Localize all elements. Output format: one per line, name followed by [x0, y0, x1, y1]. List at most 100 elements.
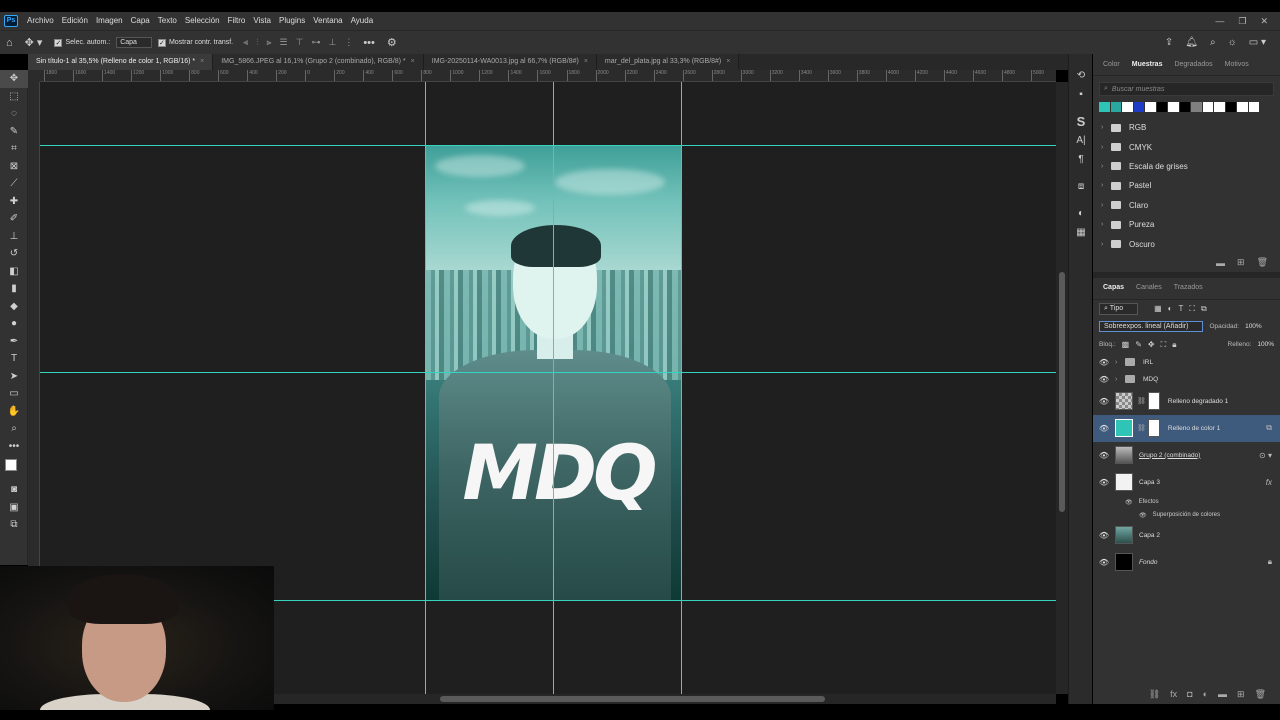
link-icon[interactable]: ⛓: [1137, 424, 1146, 432]
document-tab[interactable]: IMG-20250114-WA0013.jpg al 66,7% (RGB/8#…: [423, 54, 597, 70]
eraser-tool-icon[interactable]: ◧: [0, 263, 28, 281]
document-tab[interactable]: Sin título-1 al 35,5% (Relleno de color …: [28, 54, 214, 70]
color-swatch[interactable]: [1202, 102, 1213, 112]
link-layers-icon[interactable]: ⛓: [1149, 689, 1160, 700]
tab-color[interactable]: Color: [1097, 54, 1126, 76]
filter-type-icon[interactable]: T: [1179, 304, 1184, 313]
color-swatch[interactable]: [1122, 102, 1133, 112]
filter-smart-object-icon[interactable]: ⧉: [1201, 304, 1207, 314]
lock-image-icon[interactable]: ✎: [1135, 340, 1142, 349]
gradient-tool-icon[interactable]: ▮: [0, 280, 28, 298]
color-swatch[interactable]: [1179, 102, 1190, 112]
layer-row-smart-object[interactable]: 👁︎ Grupo 2 (combinado) ⊙ ▾: [1093, 442, 1280, 469]
align-middle-icon[interactable]: ⊶: [307, 37, 324, 48]
layer-mask-thumbnail[interactable]: [1147, 392, 1160, 411]
frame-tool-icon[interactable]: ⊠: [0, 158, 28, 176]
fx-indicator[interactable]: fx: [1266, 478, 1280, 487]
close-tab-icon[interactable]: ×: [411, 58, 415, 65]
menu-capa[interactable]: Capa: [127, 12, 154, 30]
blur-tool-icon[interactable]: ◆: [0, 298, 28, 316]
color-swatch[interactable]: [1145, 102, 1156, 112]
color-swatch[interactable]: [1133, 102, 1144, 112]
adjustments-panel-icon[interactable]: ◐: [1069, 204, 1093, 223]
close-button[interactable]: ✕: [1260, 16, 1268, 27]
filter-pixel-icon[interactable]: ▦: [1154, 304, 1162, 313]
menu-vista[interactable]: Vista: [249, 12, 275, 30]
lock-position-icon[interactable]: ✥: [1148, 340, 1155, 349]
lasso-tool-icon[interactable]: ◌: [0, 105, 28, 123]
swatch-group-dark[interactable]: › Oscuro: [1093, 234, 1280, 253]
more-options-button[interactable]: •••: [357, 37, 381, 49]
swatch-group-light[interactable]: › Claro: [1093, 196, 1280, 215]
color-swatch[interactable]: [1168, 102, 1179, 112]
close-tab-icon[interactable]: ×: [726, 58, 730, 65]
opacity-value[interactable]: 100%: [1245, 323, 1262, 330]
blend-mode-select[interactable]: Sobreexpos. lineal (Añadir): [1099, 321, 1204, 333]
new-adjustment-icon[interactable]: ◐: [1203, 689, 1208, 699]
hand-tool-icon[interactable]: ✋: [0, 403, 28, 421]
tab-patterns[interactable]: Motivos: [1219, 54, 1255, 76]
color-swatch[interactable]: [1248, 102, 1259, 112]
visibility-eye-icon[interactable]: 👁︎: [1139, 512, 1147, 519]
menu-filtro[interactable]: Filtro: [224, 12, 250, 30]
move-tool-preset-icon[interactable]: ✥ ▾: [19, 36, 49, 49]
tab-layers[interactable]: Capas: [1097, 277, 1130, 299]
visibility-eye-icon[interactable]: 👁︎: [1093, 375, 1115, 384]
healing-brush-tool-icon[interactable]: ✚: [0, 193, 28, 211]
menu-ayuda[interactable]: Ayuda: [347, 12, 378, 30]
color-swatch[interactable]: [1110, 102, 1121, 112]
align-top-icon[interactable]: ⊤: [292, 37, 308, 48]
close-tab-icon[interactable]: ×: [200, 58, 204, 65]
discover-lightbulb-icon[interactable]: ☼: [1228, 37, 1237, 48]
history-panel-icon[interactable]: ⟲: [1069, 66, 1093, 85]
layer-row-group[interactable]: 👁︎ › MDQ: [1093, 371, 1280, 388]
distribute-vertical-icon[interactable]: ⋮: [340, 37, 357, 48]
guide-vertical[interactable]: [681, 82, 682, 694]
color-swatch[interactable]: [1225, 102, 1236, 112]
layer-row-gradient-fill[interactable]: 👁︎ ⛓ Relleno degradado 1: [1093, 388, 1280, 415]
auto-select-checkbox[interactable]: ✓ Selec. autom.:: [54, 38, 110, 47]
show-transform-checkbox[interactable]: ✓ Mostrar contr. transf.: [157, 38, 233, 47]
add-mask-icon[interactable]: ◘: [1187, 689, 1192, 699]
comments-panel-icon[interactable]: ▪: [1069, 85, 1093, 104]
pen-tool-icon[interactable]: ✒: [0, 333, 28, 351]
menu-archivo[interactable]: Archivo: [23, 12, 58, 30]
align-center-icon[interactable]: ⫶: [252, 37, 262, 48]
close-tab-icon[interactable]: ×: [584, 58, 588, 65]
filter-adjustment-icon[interactable]: ◐: [1168, 304, 1173, 313]
zoom-tool-icon[interactable]: ⌕: [0, 420, 28, 438]
guide-vertical[interactable]: [425, 82, 426, 694]
color-swatch[interactable]: [1214, 102, 1225, 112]
new-swatch-icon[interactable]: ⊞: [1237, 257, 1245, 268]
color-swatch[interactable]: [1156, 102, 1167, 112]
marquee-tool-icon[interactable]: ⬚: [0, 88, 28, 106]
dodge-tool-icon[interactable]: ●: [0, 315, 28, 333]
paragraph-panel-icon[interactable]: ¶: [1069, 150, 1093, 169]
menu-plugins[interactable]: Plugins: [275, 12, 309, 30]
swatches-search-input[interactable]: ⌕ Buscar muestras: [1099, 82, 1274, 96]
move-tool-icon[interactable]: ✥: [0, 70, 28, 88]
distribute-icon[interactable]: ☰: [276, 37, 292, 48]
share-icon[interactable]: ⇪: [1165, 37, 1173, 48]
restore-button[interactable]: ❐: [1238, 16, 1246, 27]
new-layer-icon[interactable]: ⊞: [1237, 689, 1245, 700]
document-tab[interactable]: IMG_5866.JPEG al 16,1% (Grupo 2 (combina…: [213, 54, 424, 70]
layer-row-pixel[interactable]: 👁︎ Capa 2: [1093, 522, 1280, 549]
quick-select-tool-icon[interactable]: ✎: [0, 123, 28, 141]
new-group-icon[interactable]: ▬: [1218, 689, 1227, 699]
visibility-eye-icon[interactable]: 👁︎: [1093, 397, 1115, 406]
visibility-eye-icon[interactable]: 👁︎: [1093, 424, 1115, 433]
menu-edicion[interactable]: Edición: [58, 12, 92, 30]
mdq-title-text[interactable]: MDQ: [443, 435, 673, 511]
layer-row-group[interactable]: 👁︎ › IRL: [1093, 354, 1280, 371]
artboard-tool-icon[interactable]: ⧉: [0, 516, 28, 534]
layer-filter-kind-select[interactable]: ⌕ Tipo: [1099, 302, 1139, 315]
layer-row-color-fill[interactable]: 👁︎ ⛓ Relleno de color 1 ⧉: [1093, 414, 1280, 442]
menu-texto[interactable]: Texto: [154, 12, 181, 30]
layer-effect-row[interactable]: 👁︎ Superposición de colores: [1093, 509, 1280, 522]
visibility-eye-icon[interactable]: 👁︎: [1093, 358, 1115, 367]
color-swatches[interactable]: [0, 455, 27, 481]
fill-value[interactable]: 100%: [1257, 341, 1274, 348]
swatch-group-cmyk[interactable]: › CMYK: [1093, 137, 1280, 156]
menu-seleccion[interactable]: Selección: [181, 12, 224, 30]
